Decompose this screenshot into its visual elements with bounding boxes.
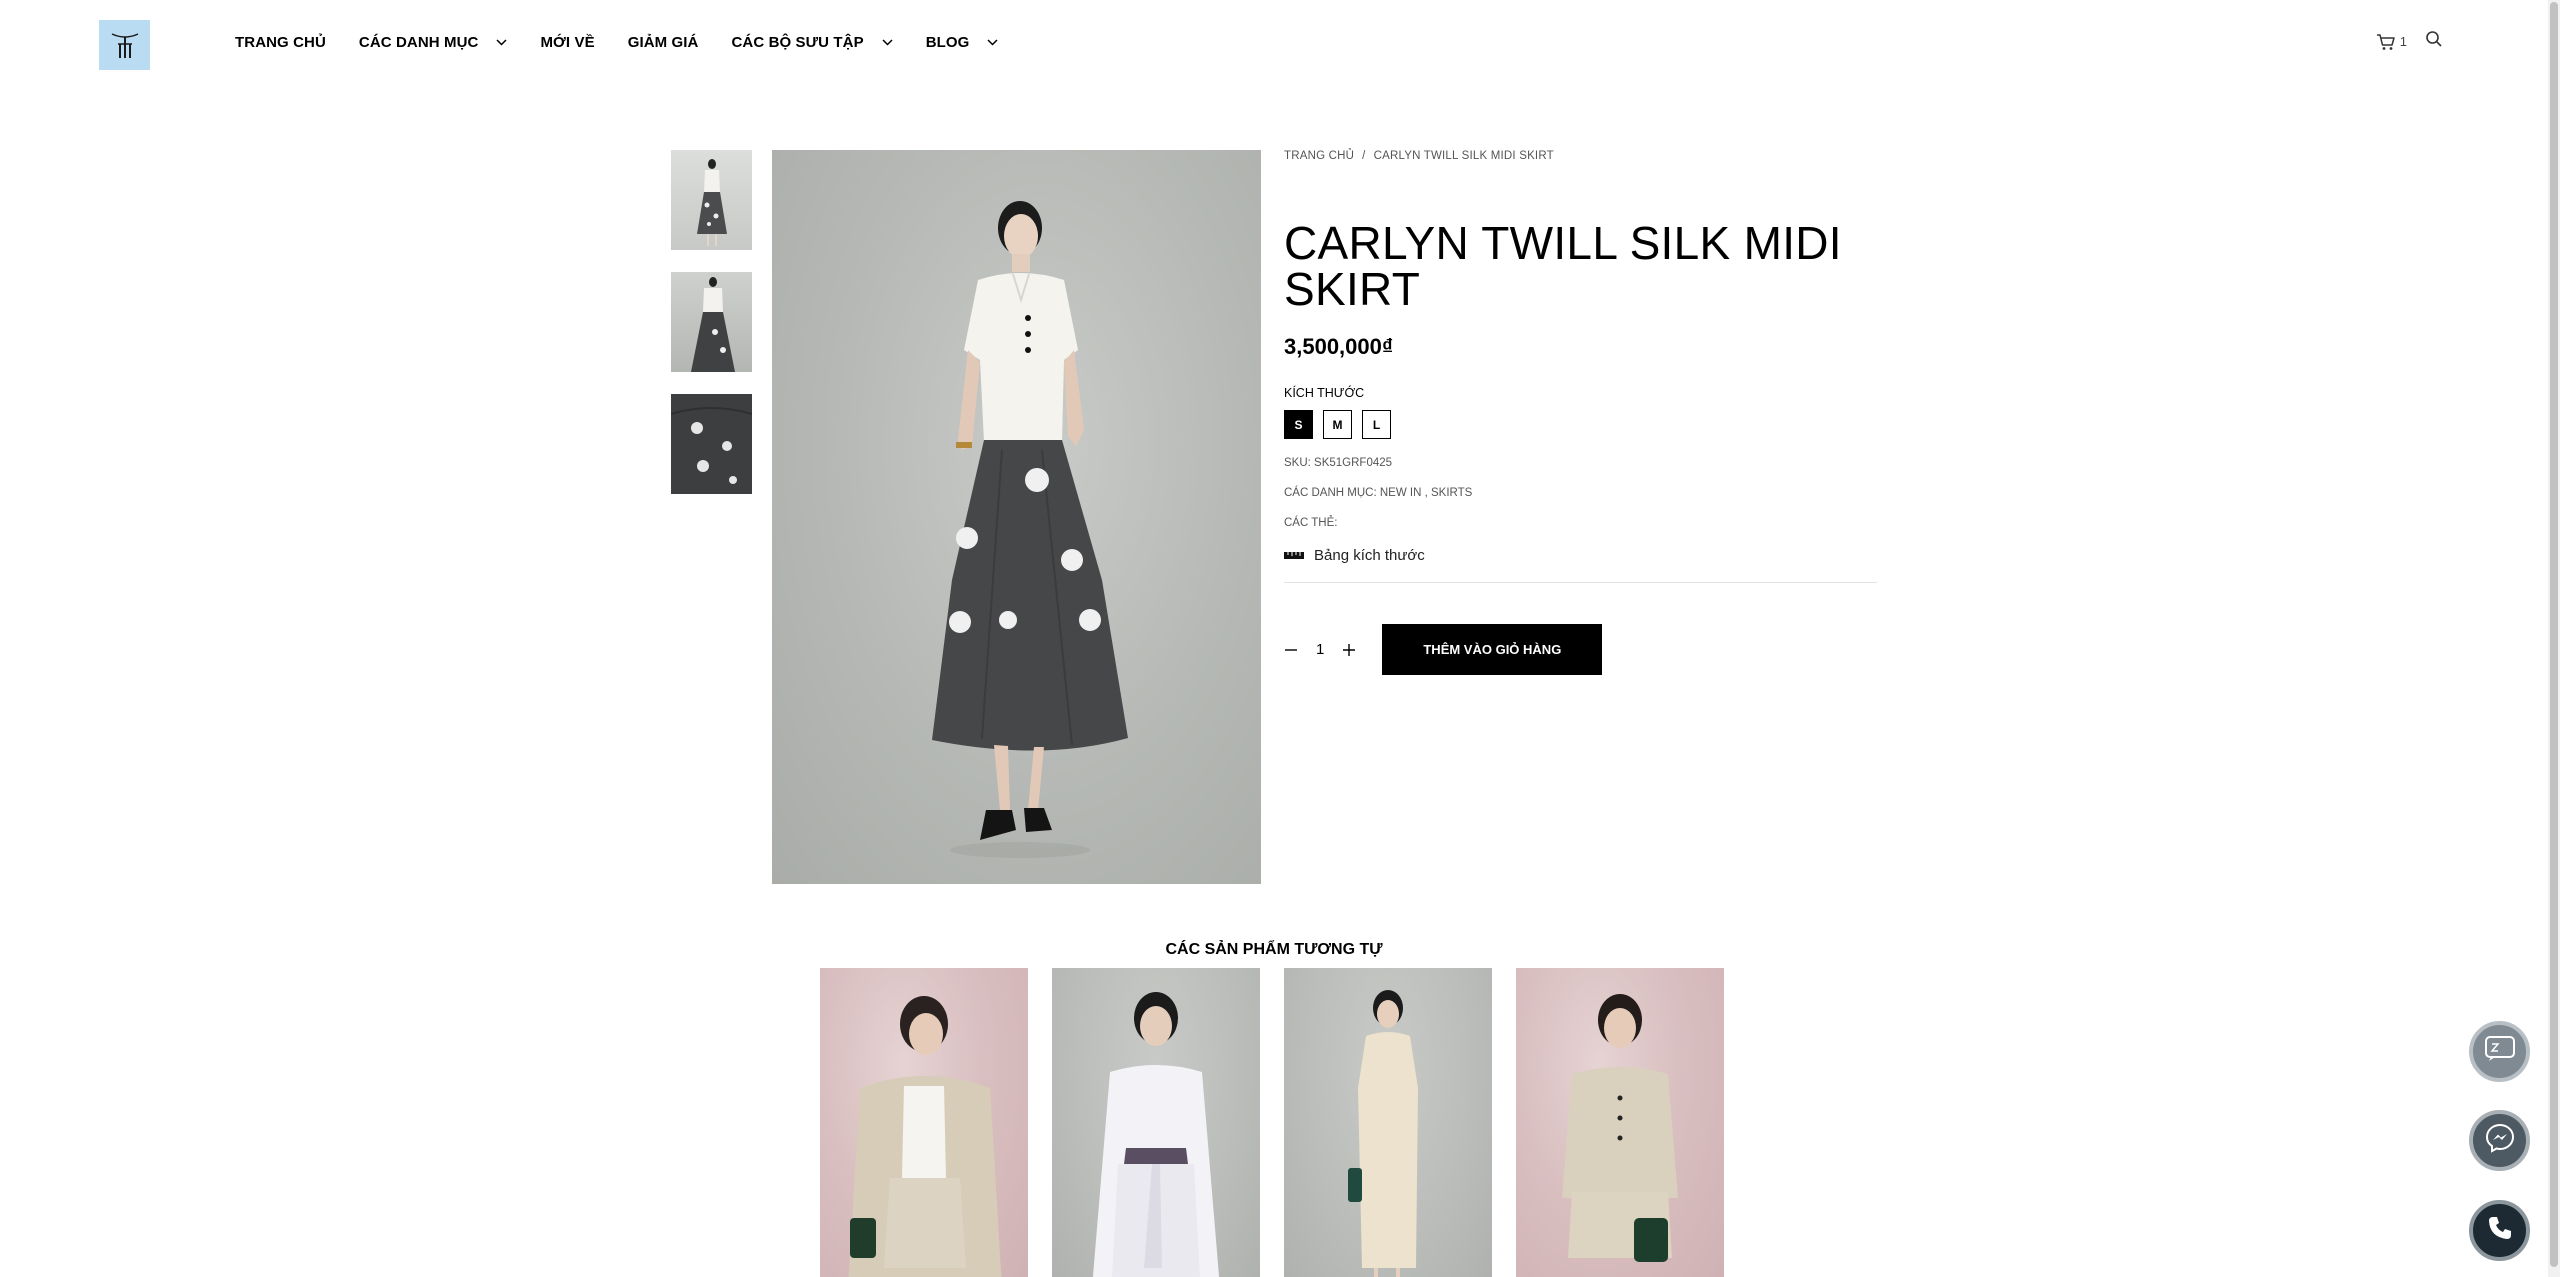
sku-row: SKU: SK51GRF0425 <box>1284 457 1877 469</box>
breadcrumb-home[interactable]: TRANG CHỦ <box>1284 150 1354 162</box>
product-image <box>671 394 752 494</box>
categories-label: CÁC DANH MỤC: <box>1284 487 1377 499</box>
product-image <box>1348 990 1418 1277</box>
product-main-image[interactable] <box>772 150 1261 884</box>
thumbnail-1[interactable] <box>671 150 752 250</box>
brand-logo[interactable] <box>99 20 150 70</box>
nav-label: GIẢM GIÁ <box>627 34 699 51</box>
plus-icon[interactable] <box>1342 643 1356 657</box>
product-image <box>848 996 1002 1277</box>
cart-button[interactable]: 1 <box>2376 33 2407 51</box>
chevron-down-icon[interactable] <box>882 39 893 46</box>
categories-row: CÁC DANH MỤC: NEW IN , SKIRTS <box>1284 487 1877 499</box>
chevron-down-icon[interactable] <box>496 39 507 46</box>
related-products-title: CÁC SẢN PHẨM TƯƠNG TỰ <box>1165 941 1383 958</box>
quantity-value[interactable]: 1 <box>1316 641 1324 658</box>
size-label: KÍCH THƯỚC <box>1284 386 1365 400</box>
chevron-down-icon[interactable] <box>987 39 998 46</box>
product-image <box>1092 992 1220 1277</box>
scrollbar-thumb[interactable] <box>2550 2 2558 1267</box>
product-image <box>1562 994 1678 1262</box>
sku-label: SKU: <box>1284 457 1311 469</box>
size-option-s[interactable]: S <box>1284 410 1313 439</box>
category-link-skirts[interactable]: SKIRTS <box>1431 487 1472 499</box>
header-actions: 1 <box>2376 30 2443 53</box>
nav-item-sale[interactable]: GIẢM GIÁ <box>628 34 699 51</box>
messenger-icon <box>2485 1123 2515 1158</box>
phone-icon <box>2487 1215 2513 1246</box>
nav-item-home[interactable]: TRANG CHỦ <box>235 34 326 51</box>
add-to-cart-button[interactable]: THÊM VÀO GIỎ HÀNG <box>1382 624 1603 675</box>
cart-count: 1 <box>2399 34 2407 49</box>
tags-label: CÁC THẺ: <box>1284 517 1338 529</box>
logo-icon <box>111 33 138 58</box>
nav-label: MỚI VỀ <box>540 34 595 51</box>
nav-item-blog[interactable]: BLOG <box>926 34 999 51</box>
breadcrumb: TRANG CHỦ / CARLYN TWILL SILK MIDI SKIRT <box>1284 150 1877 162</box>
nav-label: CÁC BỘ SƯU TẬP <box>731 34 864 51</box>
zalo-icon <box>2484 1036 2515 1067</box>
nav-label: TRANG CHỦ <box>235 34 326 51</box>
site-header: TRANG CHỦ CÁC DANH MỤC MỚI VỀ GIẢM GIÁ C… <box>0 0 2548 90</box>
related-products-list <box>820 968 1724 1277</box>
related-product-card[interactable] <box>1516 968 1724 1277</box>
product-info: TRANG CHỦ / CARLYN TWILL SILK MIDI SKIRT… <box>1284 150 1877 675</box>
page-scrollbar[interactable] <box>2548 0 2560 1277</box>
search-icon[interactable] <box>2425 30 2443 53</box>
product-price: 3,500,000₫ <box>1284 334 1394 359</box>
product-image <box>697 159 727 246</box>
related-product-card[interactable] <box>1052 968 1260 1277</box>
zalo-chat-button[interactable] <box>2469 1021 2530 1082</box>
breadcrumb-current: CARLYN TWILL SILK MIDI SKIRT <box>1373 150 1554 162</box>
size-option-l[interactable]: L <box>1362 410 1391 439</box>
main-nav: TRANG CHỦ CÁC DANH MỤC MỚI VỀ GIẢM GIÁ C… <box>235 34 1031 51</box>
call-button[interactable] <box>2469 1200 2530 1261</box>
nav-item-new-arrivals[interactable]: MỚI VỀ <box>540 34 594 51</box>
sku-value: SK51GRF0425 <box>1314 457 1393 469</box>
product-image <box>932 201 1128 858</box>
minus-icon[interactable] <box>1284 643 1298 657</box>
cart-icon <box>2376 33 2395 50</box>
nav-label: CÁC DANH MỤC <box>358 34 479 51</box>
nav-label: BLOG <box>925 34 970 51</box>
add-to-cart-row: 1 THÊM VÀO GIỎ HÀNG <box>1284 624 1877 675</box>
size-guide-label: Bảng kích thước <box>1314 547 1425 564</box>
messenger-chat-button[interactable] <box>2469 1110 2530 1171</box>
related-product-card[interactable] <box>820 968 1028 1277</box>
size-selector: S M L <box>1284 410 1877 439</box>
product-thumbnails <box>671 150 752 516</box>
thumbnail-2[interactable] <box>671 272 752 372</box>
size-option-m[interactable]: M <box>1323 410 1352 439</box>
breadcrumb-separator: / <box>1362 150 1366 162</box>
ruler-icon <box>1284 547 1304 564</box>
nav-item-collections[interactable]: CÁC BỘ SƯU TẬP <box>732 34 893 51</box>
quantity-stepper: 1 <box>1284 641 1356 658</box>
product-title: CARLYN TWILL SILK MIDI SKIRT <box>1284 217 1842 315</box>
thumbnail-3[interactable] <box>671 394 752 494</box>
related-product-card[interactable] <box>1284 968 1492 1277</box>
category-link-new-in[interactable]: NEW IN <box>1380 487 1422 499</box>
tags-row: CÁC THẺ: <box>1284 517 1877 529</box>
size-guide-link[interactable]: Bảng kích thước <box>1284 547 1877 583</box>
nav-item-categories[interactable]: CÁC DANH MỤC <box>359 34 508 51</box>
category-separator: , <box>1424 487 1428 499</box>
product-image <box>691 277 735 372</box>
